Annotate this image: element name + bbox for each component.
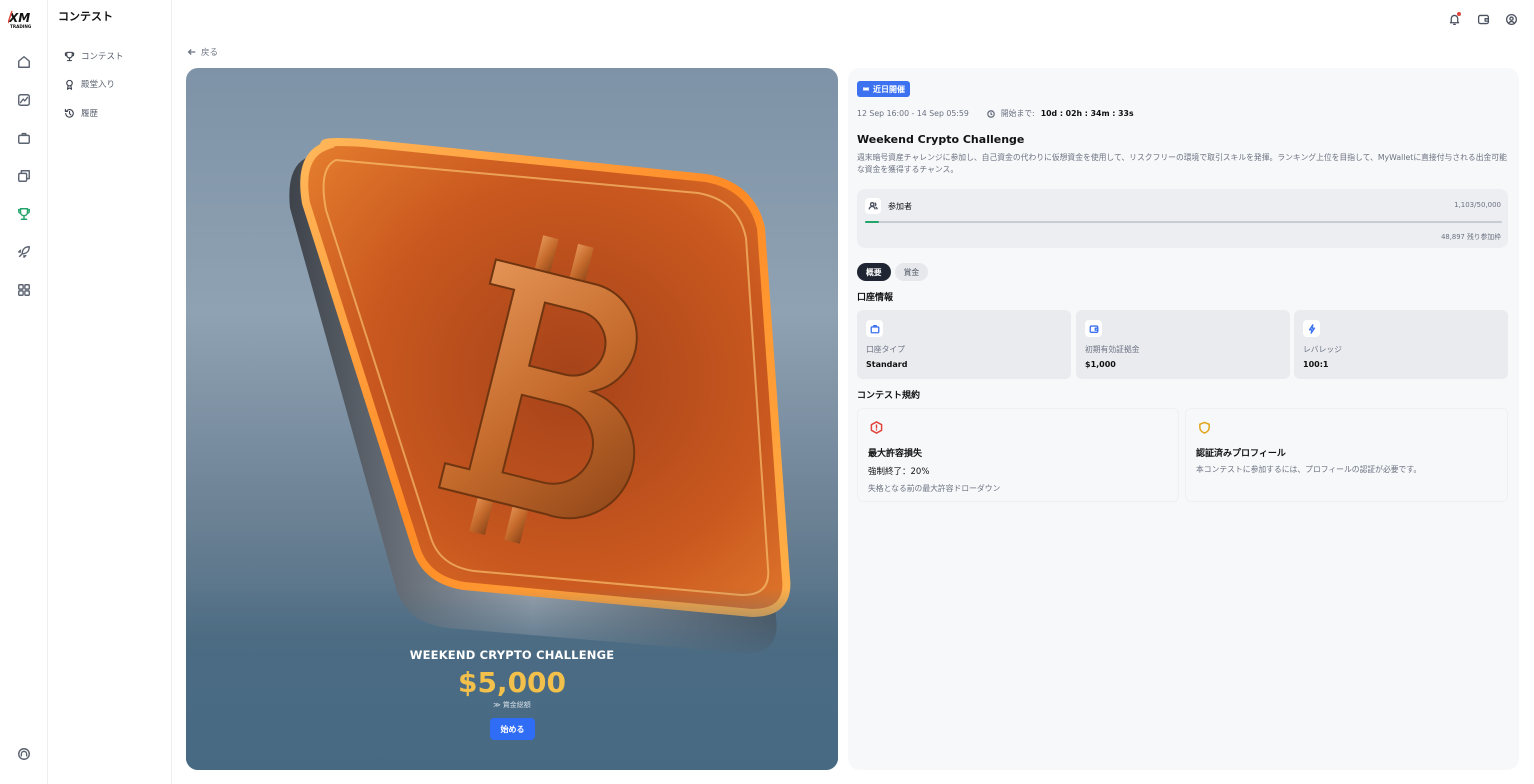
hero-prize-amount: $5,000: [457, 666, 567, 699]
max-loss-note: 失格となる前の最大許容ドローダウン: [868, 484, 1001, 493]
wallet-icon: [1477, 14, 1489, 24]
apps-icon[interactable]: [14, 280, 34, 300]
verified-profile-note: 本コンテストに参加するには、プロフィールの認証が必要です。: [1196, 465, 1422, 474]
max-loss-rule-card: 最大許容損失 強制終了：20% 失格となる前の最大許容ドローダウン: [857, 408, 1179, 502]
account-type-label: 口座タイプ: [866, 345, 905, 354]
briefcase-icon[interactable]: [14, 128, 34, 148]
contest-description: 週末暗号資産チャレンジに参加し、自己資金の代わりに仮想資金を使用して、リスクフリ…: [857, 153, 1507, 174]
trophy-icon[interactable]: [14, 204, 34, 224]
svg-text:TRADING: TRADING: [10, 24, 32, 29]
sidebar-item-label: 殿堂入り: [81, 80, 116, 90]
initial-equity-card: 初期有効証拠金 $1,000: [1076, 310, 1290, 379]
broadcast-icon: [863, 86, 869, 92]
tab-prizes[interactable]: 賞金: [894, 263, 929, 281]
home-icon[interactable]: [14, 52, 34, 72]
chevrons-icon: ≫: [493, 701, 501, 709]
sidebar-item-hall-of-fame[interactable]: 殿堂入り: [64, 75, 115, 93]
leverage-label: レバレッジ: [1303, 345, 1342, 354]
account-type-value: Standard: [866, 360, 908, 369]
prize-label-text: 賞金総額: [502, 701, 531, 709]
wallet-button[interactable]: [1475, 11, 1491, 27]
sidebar-item-history[interactable]: 履歴: [64, 104, 98, 122]
trophy-icon: [64, 51, 75, 61]
participants-count: 1,103/50,000: [1454, 201, 1501, 209]
arrow-left-icon: [187, 49, 196, 55]
max-loss-title: 最大許容損失: [868, 449, 923, 459]
xm-logo[interactable]: XM TRADING: [8, 10, 40, 30]
account-type-card: 口座タイプ Standard: [857, 310, 1071, 379]
account-icon: [1505, 13, 1517, 25]
notifications-button[interactable]: [1446, 11, 1462, 27]
participants-label: 参加者: [888, 202, 912, 211]
nav-rail: XM TRADING: [0, 0, 48, 784]
date-range: 12 Sep 16:00 - 14 Sep 05:59: [857, 109, 969, 118]
back-label: 戻る: [201, 48, 219, 58]
initial-equity-value: $1,000: [1085, 360, 1116, 369]
history-icon: [64, 108, 74, 118]
contest-rules-heading: コンテスト規約: [857, 391, 921, 401]
account-type-icon: [866, 320, 883, 337]
users-icon: [865, 198, 881, 214]
back-link[interactable]: 戻る: [187, 46, 218, 58]
participants-card: 参加者 1,103/50,000 48,897 残り参加枠: [857, 189, 1508, 248]
lightning-icon: [1303, 320, 1320, 337]
detail-tabs: 概要 賞金: [857, 263, 929, 281]
contest-dates: 12 Sep 16:00 - 14 Sep 05:59 開始まで: 10d : …: [857, 108, 1134, 119]
sidebar-item-label: 履歴: [81, 109, 99, 119]
contest-sidebar: コンテスト コンテスト 殿堂入り 履歴: [48, 0, 172, 784]
participants-progress-fill: [865, 221, 879, 223]
medal-icon: [66, 79, 73, 90]
countdown-label: 開始まで:: [1000, 109, 1035, 118]
status-badge: 近日開催: [857, 81, 910, 97]
support-icon[interactable]: [14, 744, 34, 764]
alert-hexagon-icon: [868, 419, 884, 435]
bitcoin-artwork: [289, 138, 791, 653]
leverage-value: 100:1: [1303, 360, 1329, 369]
start-button[interactable]: 始める: [490, 718, 535, 740]
sidebar-title: コンテスト: [58, 10, 113, 23]
participants-remaining: 48,897 残り参加枠: [1441, 233, 1501, 241]
account-info-heading: 口座情報: [857, 293, 894, 303]
clock-icon: [987, 109, 995, 118]
contest-hero-card: WEEKEND CRYPTO CHALLENGE $5,000 ≫ 賞金総額 始…: [186, 68, 838, 770]
leverage-card: レバレッジ 100:1: [1294, 310, 1508, 379]
notification-dot: [1457, 12, 1461, 16]
rocket-icon[interactable]: [14, 242, 34, 262]
sidebar-item-label: コンテスト: [81, 52, 124, 62]
verified-profile-title: 認証済みプロフィール: [1196, 449, 1286, 459]
max-loss-value: 強制終了：20%: [868, 467, 930, 477]
sidebar-item-contests[interactable]: コンテスト: [64, 47, 124, 65]
verified-profile-rule-card: 認証済みプロフィール 本コンテストに参加するには、プロフィールの認証が必要です。: [1185, 408, 1508, 502]
shield-icon: [1196, 419, 1212, 435]
hero-prize-label: ≫ 賞金総額: [186, 700, 838, 710]
chart-icon[interactable]: [14, 90, 34, 110]
countdown-timer: 10d : 02h : 34m : 33s: [1040, 109, 1134, 118]
tab-overview[interactable]: 概要: [857, 263, 891, 281]
status-badge-label: 近日開催: [873, 84, 905, 94]
contest-title: Weekend Crypto Challenge: [857, 133, 1025, 146]
wallet-icon: [1085, 320, 1102, 337]
hero-title: WEEKEND CRYPTO CHALLENGE: [409, 648, 615, 662]
contest-details-panel: 近日開催 12 Sep 16:00 - 14 Sep 05:59 開始まで: 1…: [848, 68, 1519, 770]
initial-equity-label: 初期有効証拠金: [1085, 345, 1140, 354]
account-button[interactable]: [1503, 11, 1519, 27]
copy-icon[interactable]: [14, 166, 34, 186]
participants-progress-bar: [865, 221, 1502, 223]
